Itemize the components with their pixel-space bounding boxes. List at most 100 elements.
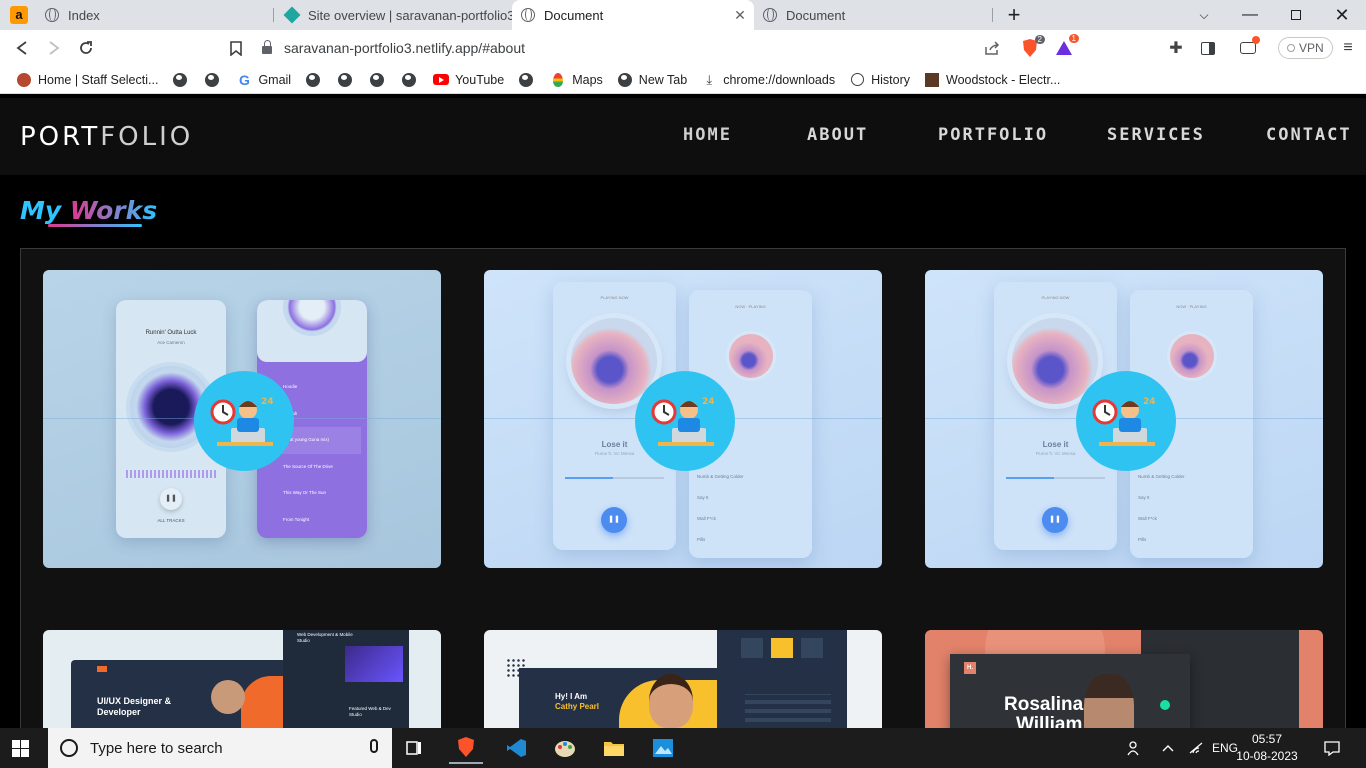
heading-word-my: My bbox=[20, 196, 62, 225]
youtube-icon bbox=[433, 72, 450, 88]
globe-icon bbox=[369, 72, 385, 88]
mini-album-art bbox=[729, 334, 773, 378]
taskbar-search[interactable]: Type here to search bbox=[48, 728, 392, 768]
side-title: Web Development & Mobile Studio bbox=[297, 632, 353, 643]
bookmark-item[interactable] bbox=[337, 72, 359, 88]
photos-app-icon[interactable] bbox=[646, 732, 680, 764]
windows-start-icon[interactable] bbox=[12, 740, 29, 757]
song-artist: Ace Cameron bbox=[157, 340, 185, 345]
tab-document-active[interactable]: Document ✕ bbox=[512, 0, 754, 30]
new-tab-button[interactable]: + bbox=[992, 0, 1036, 30]
extensions-icon[interactable]: ✚ bbox=[1166, 38, 1186, 58]
nav-services[interactable]: SERVICES bbox=[1107, 125, 1205, 145]
brave-badge: 2 bbox=[1034, 35, 1045, 44]
mockup-side-panel bbox=[717, 630, 847, 728]
close-window-icon[interactable]: ✕ bbox=[1320, 0, 1364, 30]
chevron-up-icon[interactable] bbox=[1162, 728, 1178, 768]
netlify-icon bbox=[283, 6, 301, 24]
nav-portfolio[interactable]: PORTFOLIO bbox=[938, 125, 1048, 145]
nav-contact[interactable]: CONTACT bbox=[1266, 125, 1352, 145]
work-card-rosalina[interactable]: H. Rosalina William bbox=[925, 630, 1323, 728]
bookmark-item[interactable]: New Tab bbox=[617, 72, 687, 88]
bookmark-item[interactable]: Home | Staff Selecti... bbox=[16, 72, 158, 88]
mockup-screen: H. Rosalina William bbox=[950, 654, 1190, 728]
bookmark-item[interactable]: History bbox=[849, 72, 910, 88]
bookmark-item[interactable] bbox=[204, 72, 226, 88]
bookmark-item[interactable]: G Gmail bbox=[236, 72, 291, 88]
track-item: Wall F*ck bbox=[1138, 516, 1157, 521]
language-indicator[interactable]: ENG bbox=[1212, 728, 1238, 768]
bookmark-item[interactable] bbox=[305, 72, 327, 88]
download-icon: ⤓ bbox=[706, 71, 713, 87]
work-card-portfolio-dev[interactable]: UI/UX Designer & Developer Web Developme… bbox=[43, 630, 441, 728]
notifications-icon[interactable] bbox=[1324, 728, 1342, 768]
work-card-music-app-1[interactable]: Runnin' Outta Luck Ace Cameron ❚❚ ALL TR… bbox=[43, 270, 441, 568]
vpn-button[interactable]: VPN bbox=[1278, 37, 1333, 59]
svg-text:24: 24 bbox=[261, 397, 274, 407]
bookmark-item[interactable] bbox=[518, 72, 540, 88]
minimize-icon[interactable]: — bbox=[1228, 0, 1272, 30]
tab-document[interactable]: Document bbox=[754, 0, 990, 30]
microphone-icon[interactable] bbox=[370, 739, 378, 753]
tab-search-icon[interactable]: ⌵ bbox=[1182, 0, 1226, 30]
tab-site-overview[interactable]: Site overview | saravanan-portfolio3 | N bbox=[276, 0, 512, 30]
track-item: This Way Or The Sun bbox=[283, 490, 327, 495]
works-gallery: Runnin' Outta Luck Ace Cameron ❚❚ ALL TR… bbox=[20, 248, 1346, 728]
share-icon[interactable] bbox=[982, 38, 1002, 58]
bookmark-icon[interactable] bbox=[224, 36, 248, 60]
amazon-app-icon[interactable]: a bbox=[10, 6, 28, 24]
file-explorer-app-icon[interactable] bbox=[597, 732, 631, 764]
site-logo[interactable]: PORTFOLIO bbox=[20, 122, 193, 152]
bookmark-item[interactable]: YouTube bbox=[433, 72, 504, 88]
taskbar-clock[interactable]: 05:57 10-08-2023 bbox=[1236, 731, 1298, 765]
reload-icon[interactable] bbox=[74, 36, 98, 60]
back-icon[interactable] bbox=[10, 36, 34, 60]
restore-icon[interactable] bbox=[1274, 0, 1318, 30]
bookmark-item[interactable]: Maps bbox=[550, 72, 603, 88]
search-placeholder: Type here to search bbox=[90, 739, 223, 757]
globe-icon bbox=[172, 72, 188, 88]
bookmark-item[interactable]: Woodstock - Electr... bbox=[924, 72, 1060, 88]
mini-album-art bbox=[1170, 334, 1214, 378]
globe-icon bbox=[762, 7, 778, 23]
brave-browser-app-icon[interactable] bbox=[449, 732, 483, 764]
globe-icon bbox=[44, 7, 60, 23]
wallet-icon[interactable] bbox=[1238, 36, 1260, 58]
bookmark-item[interactable] bbox=[172, 72, 194, 88]
address-bar[interactable]: saravanan-portfolio3.netlify.app/#about bbox=[256, 34, 1082, 62]
task-view-icon[interactable] bbox=[398, 732, 432, 764]
wifi-icon[interactable] bbox=[1188, 728, 1206, 768]
work-card-music-app-2[interactable]: PLAYING NOW Lose it Flume ft. Vic Mensa … bbox=[484, 270, 882, 568]
nav-about[interactable]: ABOUT bbox=[807, 125, 868, 145]
track-item: Pills bbox=[697, 537, 706, 542]
clock-date: 10-08-2023 bbox=[1236, 749, 1298, 763]
rewards-badge: 1 bbox=[1068, 34, 1079, 43]
heading-underline bbox=[48, 224, 142, 227]
brave-shield-icon[interactable]: 2 bbox=[1020, 35, 1045, 58]
bookmark-label: Gmail bbox=[258, 72, 292, 87]
paint-app-icon[interactable] bbox=[548, 732, 582, 764]
mockup-screen: Hy! I Am Cathy Pearl bbox=[519, 668, 719, 728]
menu-icon[interactable]: ≡ bbox=[1338, 38, 1358, 58]
hero-name: Cathy Pearl bbox=[555, 702, 600, 711]
people-icon[interactable] bbox=[1126, 728, 1144, 768]
brave-rewards-icon[interactable]: 1 bbox=[1054, 34, 1079, 58]
nav-home[interactable]: HOME bbox=[683, 125, 732, 145]
bookmark-item[interactable] bbox=[369, 72, 391, 88]
close-tab-icon[interactable]: ✕ bbox=[732, 7, 748, 24]
work-card-music-app-3[interactable]: PLAYING NOW Lose it Flume ft. Vic Mensa … bbox=[925, 270, 1323, 568]
developer-icon: 24 bbox=[194, 371, 294, 471]
bookmark-item[interactable] bbox=[401, 72, 423, 88]
site-navbar: PORTFOLIO HOME ABOUT PORTFOLIO SERVICES … bbox=[0, 98, 1366, 175]
track-item: Numb & Getting Colder bbox=[1138, 474, 1185, 479]
sidebar-icon[interactable] bbox=[1198, 38, 1218, 58]
track-list: Numb & Getting Colder Say It Wall F*ck P… bbox=[697, 466, 805, 550]
hero-hello: Hy! I Am bbox=[555, 692, 588, 701]
vscode-app-icon[interactable] bbox=[499, 732, 533, 764]
tab-index[interactable]: Index bbox=[36, 0, 272, 30]
forward-icon[interactable] bbox=[42, 36, 66, 60]
track-item: Say It bbox=[697, 495, 709, 500]
tab-title: Site overview | saravanan-portfolio3 | N bbox=[308, 7, 512, 23]
work-card-cathy-pearl[interactable]: Hy! I Am Cathy Pearl bbox=[484, 630, 882, 728]
bookmark-item[interactable]: ⤓ chrome://downloads bbox=[701, 72, 835, 88]
